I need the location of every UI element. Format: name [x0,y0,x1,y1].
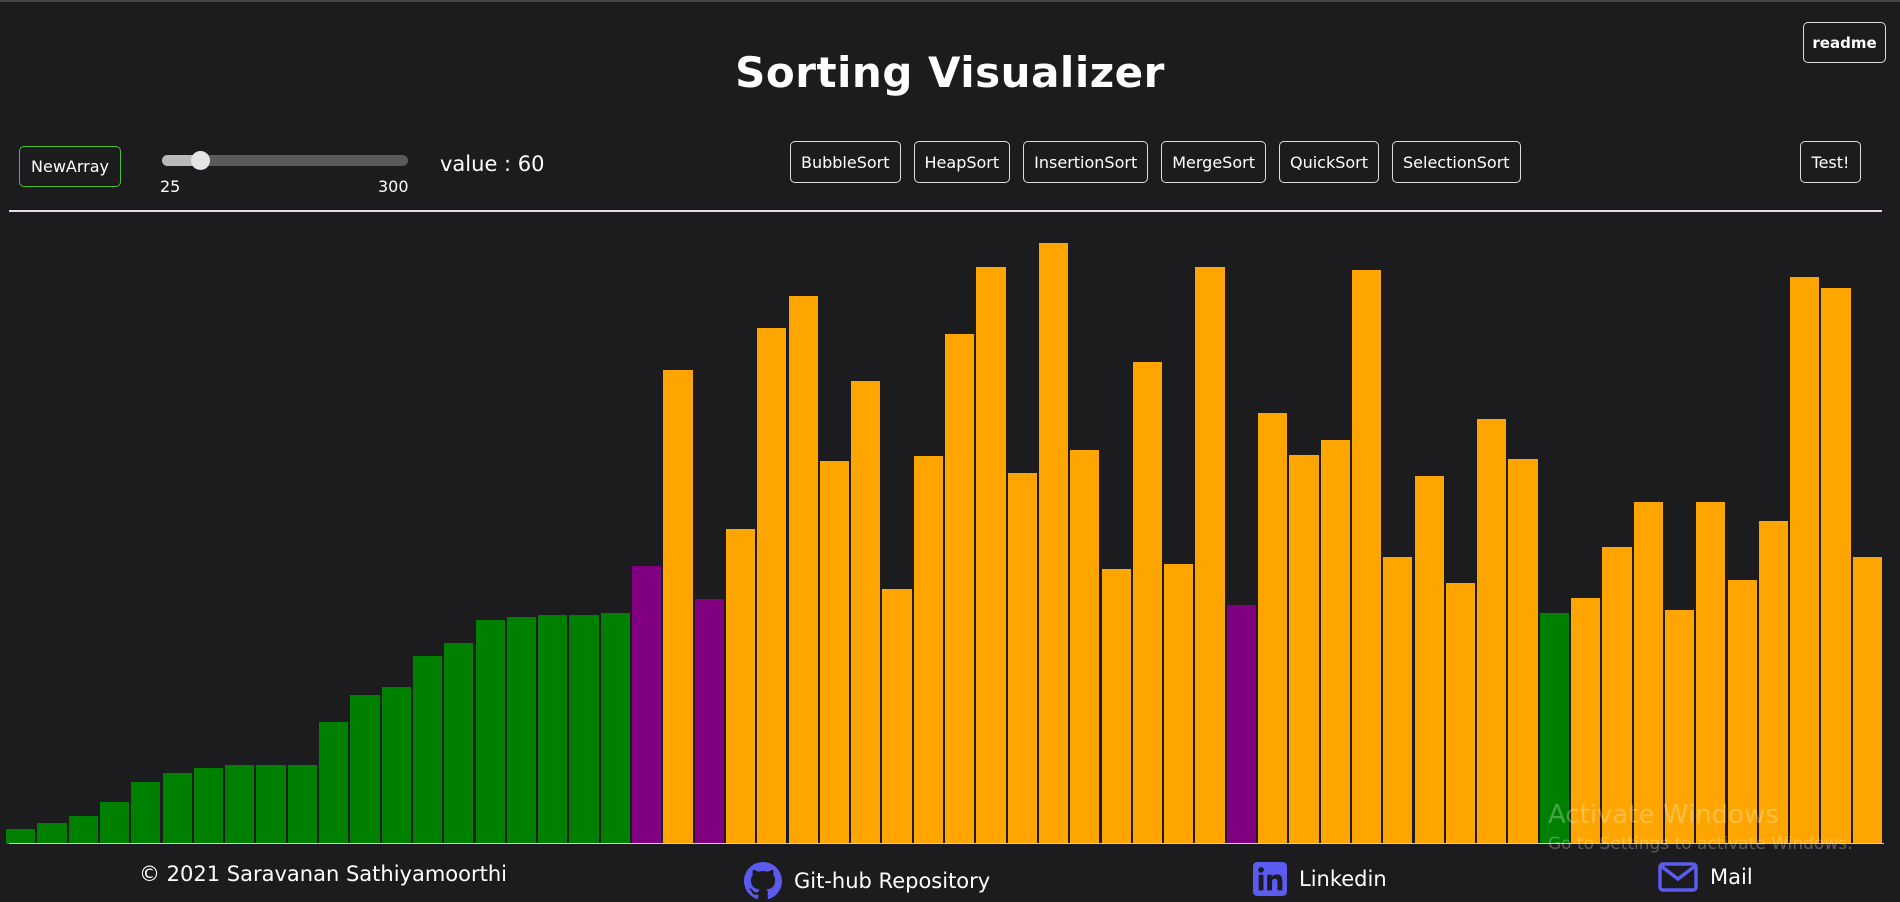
array-bar [694,598,724,844]
array-bar [68,815,98,844]
activate-windows-subtitle: Go to Settings to activate Windows. [1548,834,1853,854]
array-size-slider[interactable] [162,151,408,170]
array-bar [1101,569,1131,844]
github-link-label: Git-hub Repository [794,869,991,893]
window-top-border [0,0,1900,2]
array-bar [538,615,568,844]
array-bar [444,643,474,844]
array-bar [1351,269,1382,844]
array-bar [1445,582,1476,844]
array-bar [506,617,537,844]
array-bar [381,686,411,844]
array-bar [1383,556,1413,844]
array-bar [1758,520,1789,844]
slider-min-label: 25 [160,177,181,196]
merge-sort-button[interactable]: MergeSort [1161,141,1266,183]
array-bar [819,461,850,844]
quick-sort-button[interactable]: QuickSort [1278,141,1380,183]
new-array-button[interactable]: NewArray [19,146,121,187]
array-bar [1007,472,1037,844]
array-bars [6,220,1884,844]
array-bar [1195,266,1225,844]
array-bar [976,266,1006,844]
array-bar [37,823,67,844]
slider-max-label: 300 [378,177,409,196]
array-bar [569,615,599,844]
array-bar [1258,413,1288,844]
array-bar [99,802,130,844]
array-bar [882,589,912,844]
array-bar [1633,501,1663,844]
array-bar [412,655,443,844]
array-bar [193,768,224,844]
selection-sort-button[interactable]: SelectionSort [1392,141,1521,183]
array-bar [757,328,787,844]
array-bar [1289,455,1319,844]
linkedin-icon [1253,862,1287,896]
bubble-sort-button[interactable]: BubbleSort [790,141,901,183]
footer: © 2021 Saravanan Sathiyamoorthi Git-hub … [0,852,1900,900]
array-bar [1132,362,1163,844]
linkedin-link[interactable]: Linkedin [1253,862,1387,896]
mail-icon [1658,862,1698,892]
array-bar [913,456,943,844]
array-bar [663,369,693,844]
mail-link-label: Mail [1710,865,1753,889]
linkedin-link-label: Linkedin [1299,867,1387,891]
insertion-sort-button[interactable]: InsertionSort [1023,141,1149,183]
array-bar [632,566,662,844]
array-bar [1226,604,1256,844]
array-bar [945,334,975,844]
array-bar [1821,287,1851,844]
array-bar [851,381,881,844]
array-bar [1790,277,1820,844]
array-bar [350,695,380,844]
array-bar [788,295,818,844]
array-bar [1508,459,1538,844]
array-bar [475,620,505,844]
algorithm-buttons: BubbleSort HeapSort InsertionSort MergeS… [790,141,1521,183]
array-bar [725,528,756,844]
array-bar [1477,418,1507,844]
array-size-value: value : 60 [440,152,545,176]
array-bar [162,773,192,844]
array-bar [1852,556,1882,844]
array-bar [131,781,161,844]
github-icon [744,862,782,900]
test-button[interactable]: Test! [1800,141,1861,183]
array-bar [1696,501,1726,844]
mail-link[interactable]: Mail [1658,862,1753,892]
array-bar [319,722,349,844]
array-bar [1038,242,1069,844]
header-divider [9,210,1882,212]
array-bar [256,764,286,844]
copyright-text: © 2021 Saravanan Sathiyamoorthi [139,862,507,886]
array-bar [287,764,317,844]
array-bar [1320,440,1350,844]
array-bar [600,613,630,844]
slider-thumb[interactable] [190,151,210,170]
heap-sort-button[interactable]: HeapSort [913,141,1011,183]
array-bar [6,829,36,844]
page-title: Sorting Visualizer [735,48,1165,97]
array-bar [1414,475,1444,844]
readme-button[interactable]: readme [1803,22,1886,63]
array-bar [1164,564,1194,844]
array-bar [1070,449,1100,844]
activate-windows-title: Activate Windows [1548,800,1779,830]
github-link[interactable]: Git-hub Repository [744,862,990,900]
array-bar [225,764,255,844]
